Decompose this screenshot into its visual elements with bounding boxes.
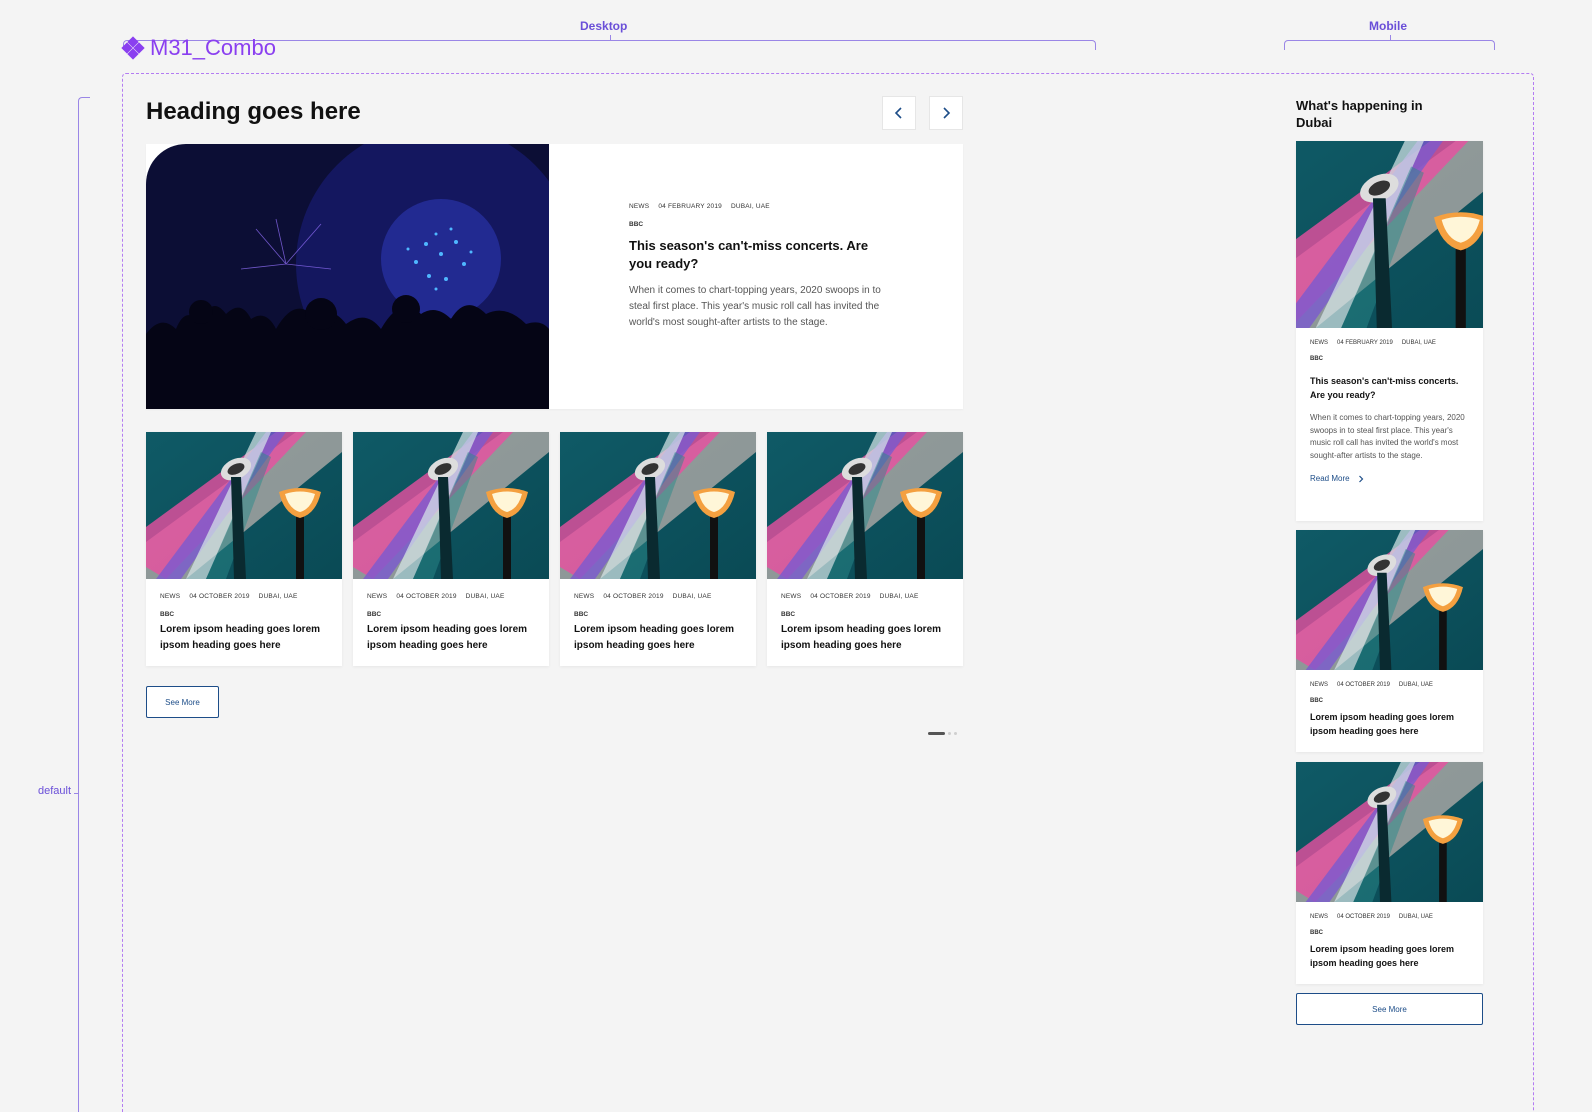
category-tag: NEWS xyxy=(574,593,595,600)
category-tag: NEWS xyxy=(781,593,802,600)
featured-meta: NEWS 04 FEBRUARY 2019 DUBAI, UAE xyxy=(629,203,963,210)
component-icon xyxy=(121,36,145,60)
card-meta: NEWS 04 OCTOBER 2019 DUBAI, UAE xyxy=(1310,682,1469,688)
carousel-pagination xyxy=(928,732,957,735)
date-tag: 04 OCTOBER 2019 xyxy=(1337,682,1390,688)
location-tag: DUBAI, UAE xyxy=(465,593,505,600)
featured-description: When it comes to chart-topping years, 20… xyxy=(629,285,881,328)
card-meta: NEWS 04 OCTOBER 2019 DUBAI, UAE xyxy=(574,593,742,600)
component-name-label: M31_Combo xyxy=(150,35,276,60)
mobile-heading: What's happening in Dubai xyxy=(1296,98,1423,130)
card-meta: NEWS 04 OCTOBER 2019 DUBAI, UAE xyxy=(160,593,328,600)
chevron-left-icon xyxy=(894,107,904,119)
category-tag: NEWS xyxy=(160,593,181,600)
date-tag: 04 OCTOBER 2019 xyxy=(603,593,664,600)
mobile-article-card[interactable]: NEWS 04 OCTOBER 2019 DUBAI, UAE BBC Lore… xyxy=(1296,762,1483,984)
card-image xyxy=(1296,762,1483,902)
variant-rail-tick xyxy=(74,793,79,794)
category-tag: NEWS xyxy=(629,203,650,210)
mobile-frame-label: Mobile xyxy=(1369,19,1407,33)
card-title[interactable]: Lorem ipsom heading goes lorem ipsom hea… xyxy=(1310,710,1469,738)
location-tag: DUBAI, UAE xyxy=(1398,914,1433,920)
pagination-dot-active[interactable] xyxy=(928,732,945,735)
location-tag: DUBAI, UAE xyxy=(730,203,770,210)
featured-image xyxy=(146,144,549,409)
card-image xyxy=(353,432,549,579)
mobile-see-more-button[interactable]: See More xyxy=(1296,993,1483,1025)
date-tag: 04 OCTOBER 2019 xyxy=(396,593,457,600)
category-tag: NEWS xyxy=(1310,682,1328,688)
card-image xyxy=(146,432,342,579)
source-tag: BBC xyxy=(629,221,644,228)
card-image xyxy=(767,432,963,579)
card-image xyxy=(1296,530,1483,670)
article-card[interactable]: NEWS 04 OCTOBER 2019 DUBAI, UAE BBC Lore… xyxy=(767,432,963,666)
location-tag: DUBAI, UAE xyxy=(1401,340,1436,346)
chevron-right-icon xyxy=(941,107,951,119)
next-button[interactable] xyxy=(929,96,963,130)
article-card[interactable]: NEWS 04 OCTOBER 2019 DUBAI, UAE BBC Lore… xyxy=(146,432,342,666)
location-tag: DUBAI, UAE xyxy=(258,593,298,600)
pagination-dot[interactable] xyxy=(948,732,951,735)
location-tag: DUBAI, UAE xyxy=(879,593,919,600)
mobile-frame-bracket xyxy=(1284,35,1495,50)
read-more-label: Read More xyxy=(1310,474,1350,483)
card-title[interactable]: Lorem ipsom heading goes lorem ipsom hea… xyxy=(160,622,328,654)
card-title[interactable]: Lorem ipsom heading goes lorem ipsom hea… xyxy=(574,622,742,654)
location-tag: DUBAI, UAE xyxy=(1398,682,1433,688)
read-more-link[interactable]: Read More xyxy=(1310,474,1364,483)
article-card[interactable]: NEWS 04 OCTOBER 2019 DUBAI, UAE BBC Lore… xyxy=(560,432,756,666)
source-tag: BBC xyxy=(1310,698,1323,704)
article-card[interactable]: NEWS 04 OCTOBER 2019 DUBAI, UAE BBC Lore… xyxy=(353,432,549,666)
card-image xyxy=(560,432,756,579)
pagination-dot[interactable] xyxy=(954,732,957,735)
variant-rail xyxy=(78,97,90,1112)
source-tag: BBC xyxy=(781,611,796,618)
variant-label: default xyxy=(38,785,72,797)
category-tag: NEWS xyxy=(367,593,388,600)
chevron-right-icon xyxy=(1358,474,1364,483)
date-tag: 04 OCTOBER 2019 xyxy=(810,593,871,600)
source-tag: BBC xyxy=(1310,356,1323,362)
desktop-frame-label: Desktop xyxy=(580,19,628,33)
card-description: When it comes to chart-topping years, 20… xyxy=(1310,413,1465,460)
date-tag: 04 FEBRUARY 2019 xyxy=(1337,340,1393,346)
source-tag: BBC xyxy=(367,611,382,618)
date-tag: 04 OCTOBER 2019 xyxy=(1337,914,1390,920)
category-tag: NEWS xyxy=(1310,914,1328,920)
card-meta: NEWS 04 OCTOBER 2019 DUBAI, UAE xyxy=(1310,914,1469,920)
mobile-featured-card[interactable]: NEWS 04 FEBRUARY 2019 DUBAI, UAE BBC Thi… xyxy=(1296,141,1483,521)
card-meta: NEWS 04 FEBRUARY 2019 DUBAI, UAE xyxy=(1310,340,1469,346)
card-image xyxy=(1296,141,1483,328)
card-meta: NEWS 04 OCTOBER 2019 DUBAI, UAE xyxy=(781,593,949,600)
featured-title[interactable]: This season's can't-miss concerts. Are y… xyxy=(629,237,879,273)
card-title[interactable]: This season's can't-miss concerts. Are y… xyxy=(1310,374,1469,402)
prev-button[interactable] xyxy=(882,96,916,130)
mobile-article-card[interactable]: NEWS 04 OCTOBER 2019 DUBAI, UAE BBC Lore… xyxy=(1296,530,1483,752)
location-tag: DUBAI, UAE xyxy=(672,593,712,600)
featured-article[interactable]: NEWS 04 FEBRUARY 2019 DUBAI, UAE BBC Thi… xyxy=(146,144,963,409)
date-tag: 04 OCTOBER 2019 xyxy=(189,593,250,600)
category-tag: NEWS xyxy=(1310,340,1328,346)
card-meta: NEWS 04 OCTOBER 2019 DUBAI, UAE xyxy=(367,593,535,600)
section-heading: Heading goes here xyxy=(146,98,361,125)
card-title[interactable]: Lorem ipsom heading goes lorem ipsom hea… xyxy=(367,622,535,654)
component-name[interactable]: M31_Combo xyxy=(121,35,276,61)
source-tag: BBC xyxy=(574,611,589,618)
date-tag: 04 FEBRUARY 2019 xyxy=(658,203,722,210)
source-tag: BBC xyxy=(160,611,175,618)
card-title[interactable]: Lorem ipsom heading goes lorem ipsom hea… xyxy=(1310,942,1469,970)
source-tag: BBC xyxy=(1310,930,1323,936)
see-more-button[interactable]: See More xyxy=(146,686,219,718)
card-title[interactable]: Lorem ipsom heading goes lorem ipsom hea… xyxy=(781,622,949,654)
